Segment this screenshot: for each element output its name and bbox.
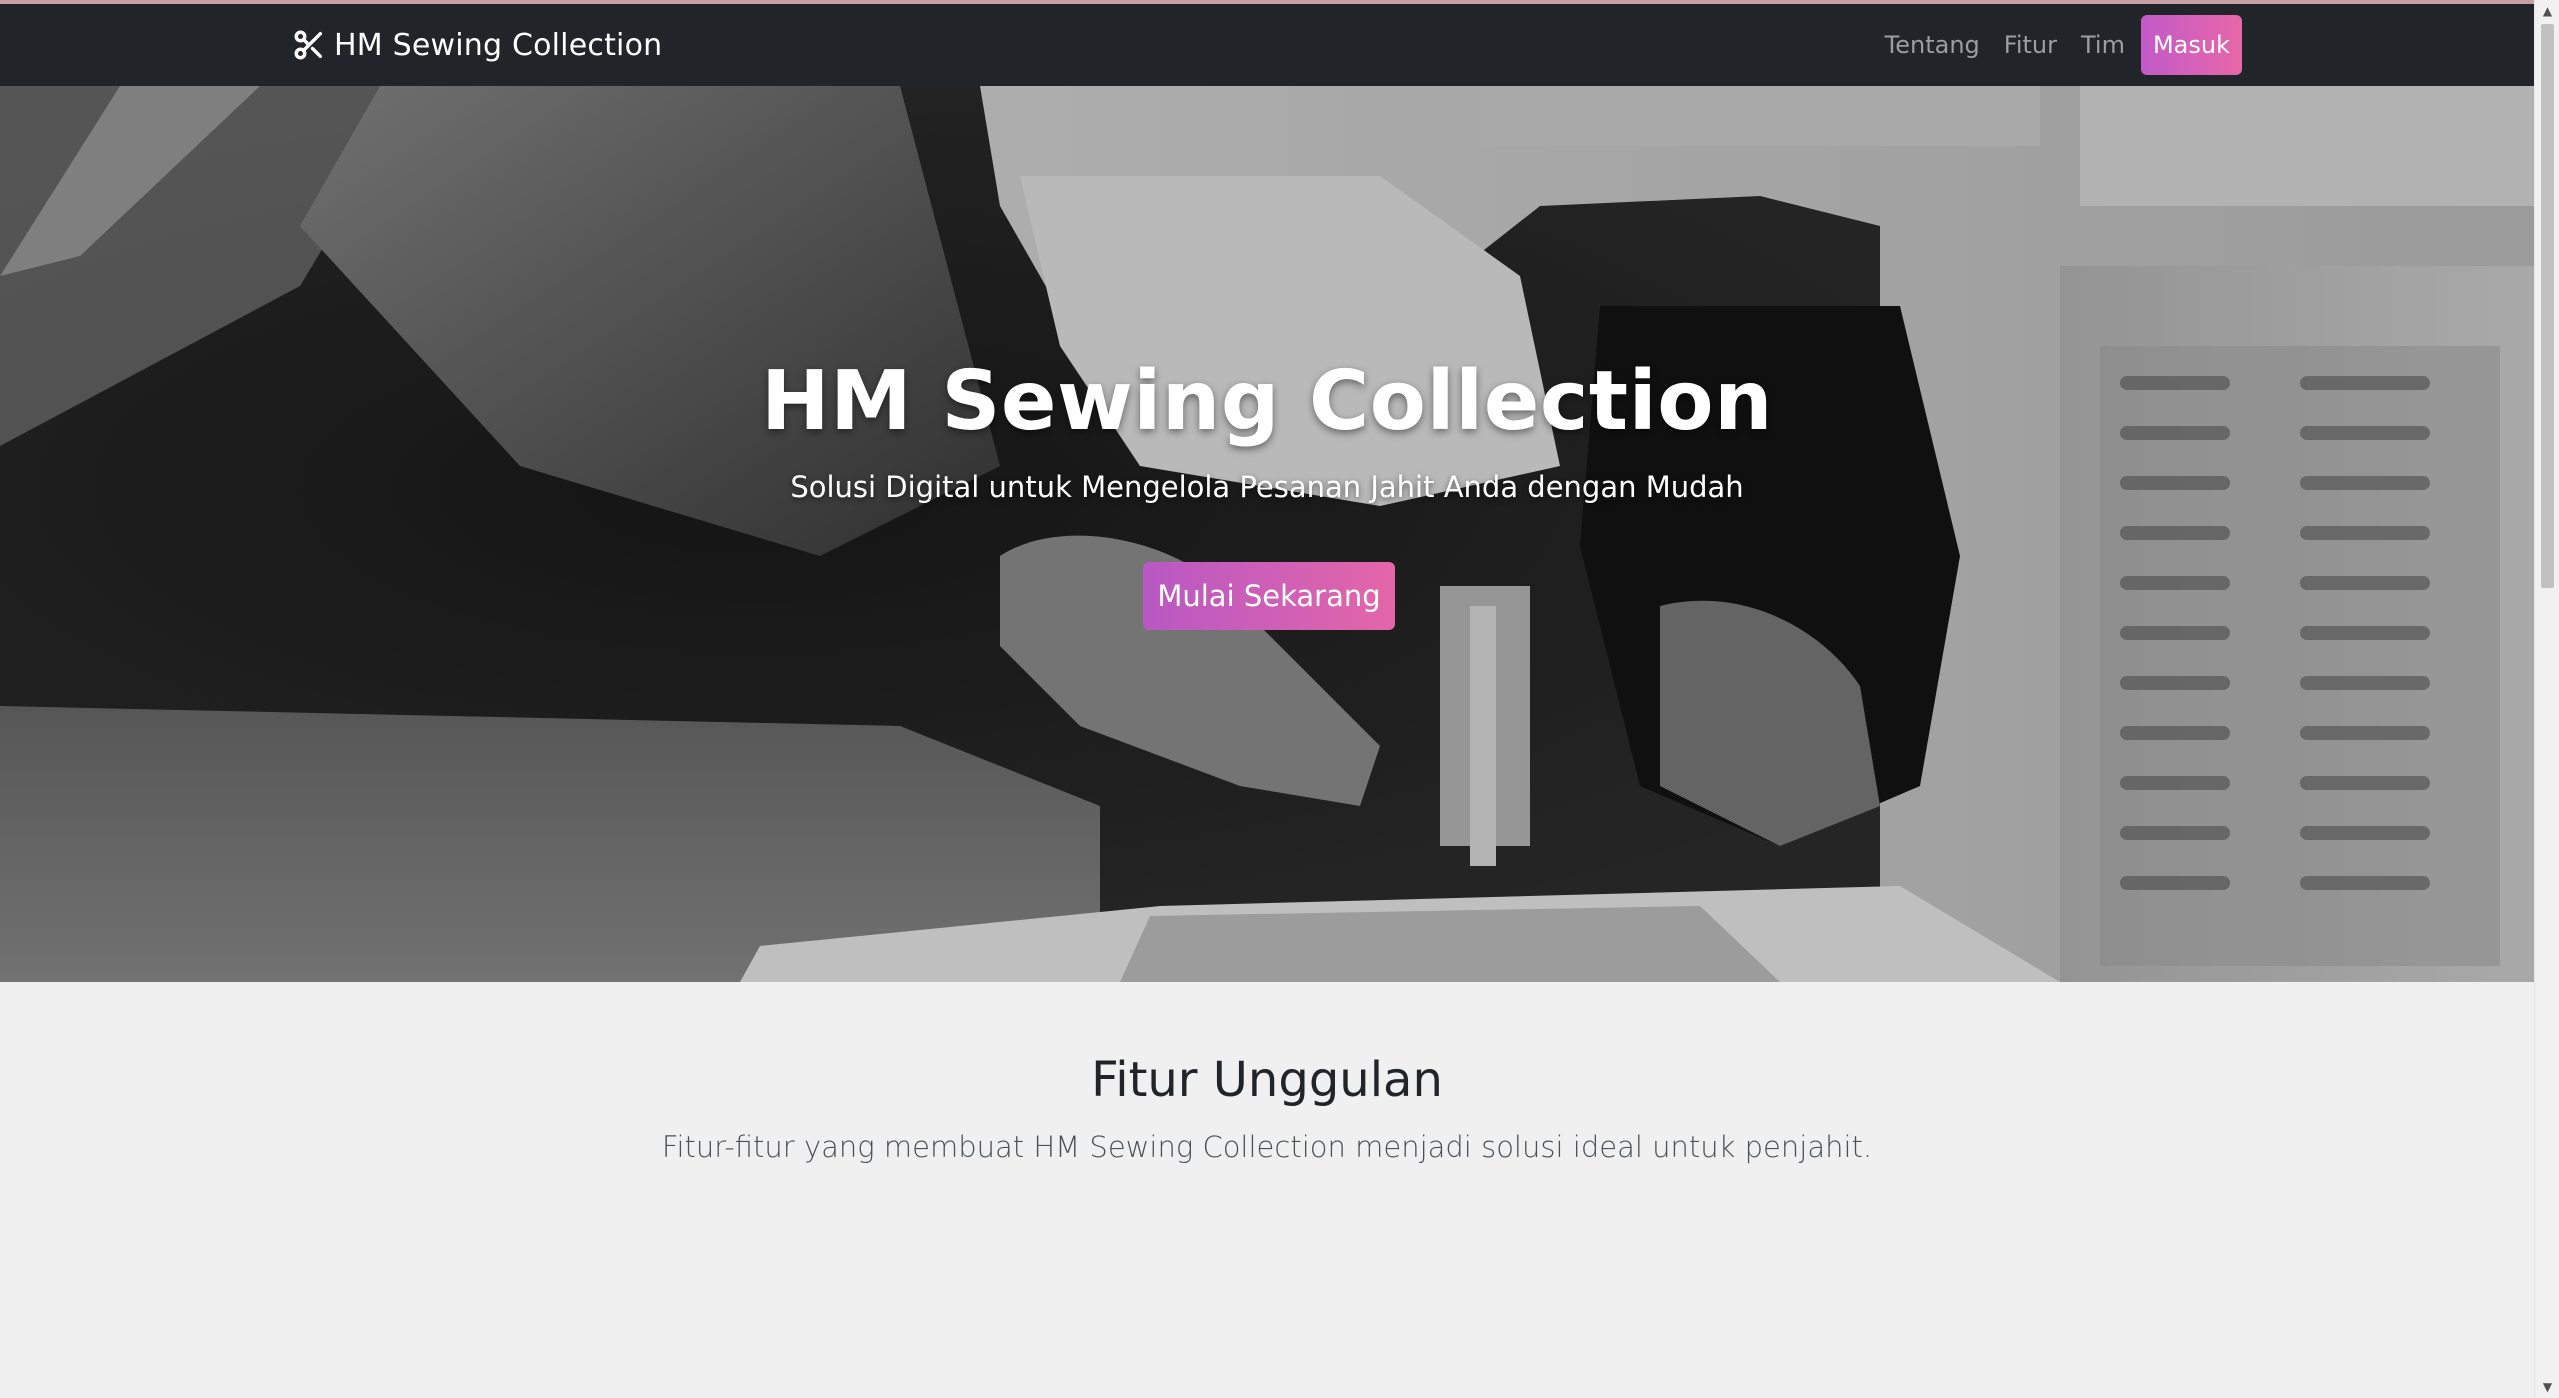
vertical-scrollbar[interactable]: ▲ ▼ [2534,0,2559,1398]
navbar: HM Sewing Collection Tentang Fitur Tim M… [0,4,2534,86]
scissors-icon [292,28,326,62]
brand-link[interactable]: HM Sewing Collection [292,4,662,86]
nav-link-fitur[interactable]: Fitur [1992,31,2069,59]
page-viewport: HM Sewing Collection Tentang Fitur Tim M… [0,0,2534,1398]
start-now-button[interactable]: Mulai Sekarang [1143,562,1395,630]
hero-section: HM Sewing Collection Solusi Digital untu… [0,86,2534,982]
brand-name: HM Sewing Collection [334,27,663,63]
nav-link-tentang[interactable]: Tentang [1873,31,1992,59]
hero-title: HM Sewing Collection [761,354,1773,449]
login-button[interactable]: Masuk [2140,15,2242,75]
features-subtitle: Fitur-fitur yang membuat HM Sewing Colle… [661,1130,1873,1164]
nav-link-tim[interactable]: Tim [2069,31,2137,59]
hero-content: HM Sewing Collection Solusi Digital untu… [0,86,2534,982]
scroll-down-icon[interactable]: ▼ [2535,1376,2559,1398]
features-title: Fitur Unggulan [1091,1052,1443,1108]
nav-links: Tentang Fitur Tim Masuk [1873,4,2242,86]
scrollbar-thumb[interactable] [2541,24,2554,588]
hero-subtitle: Solusi Digital untuk Mengelola Pesanan J… [790,470,1744,504]
scroll-up-icon[interactable]: ▲ [2535,0,2559,22]
